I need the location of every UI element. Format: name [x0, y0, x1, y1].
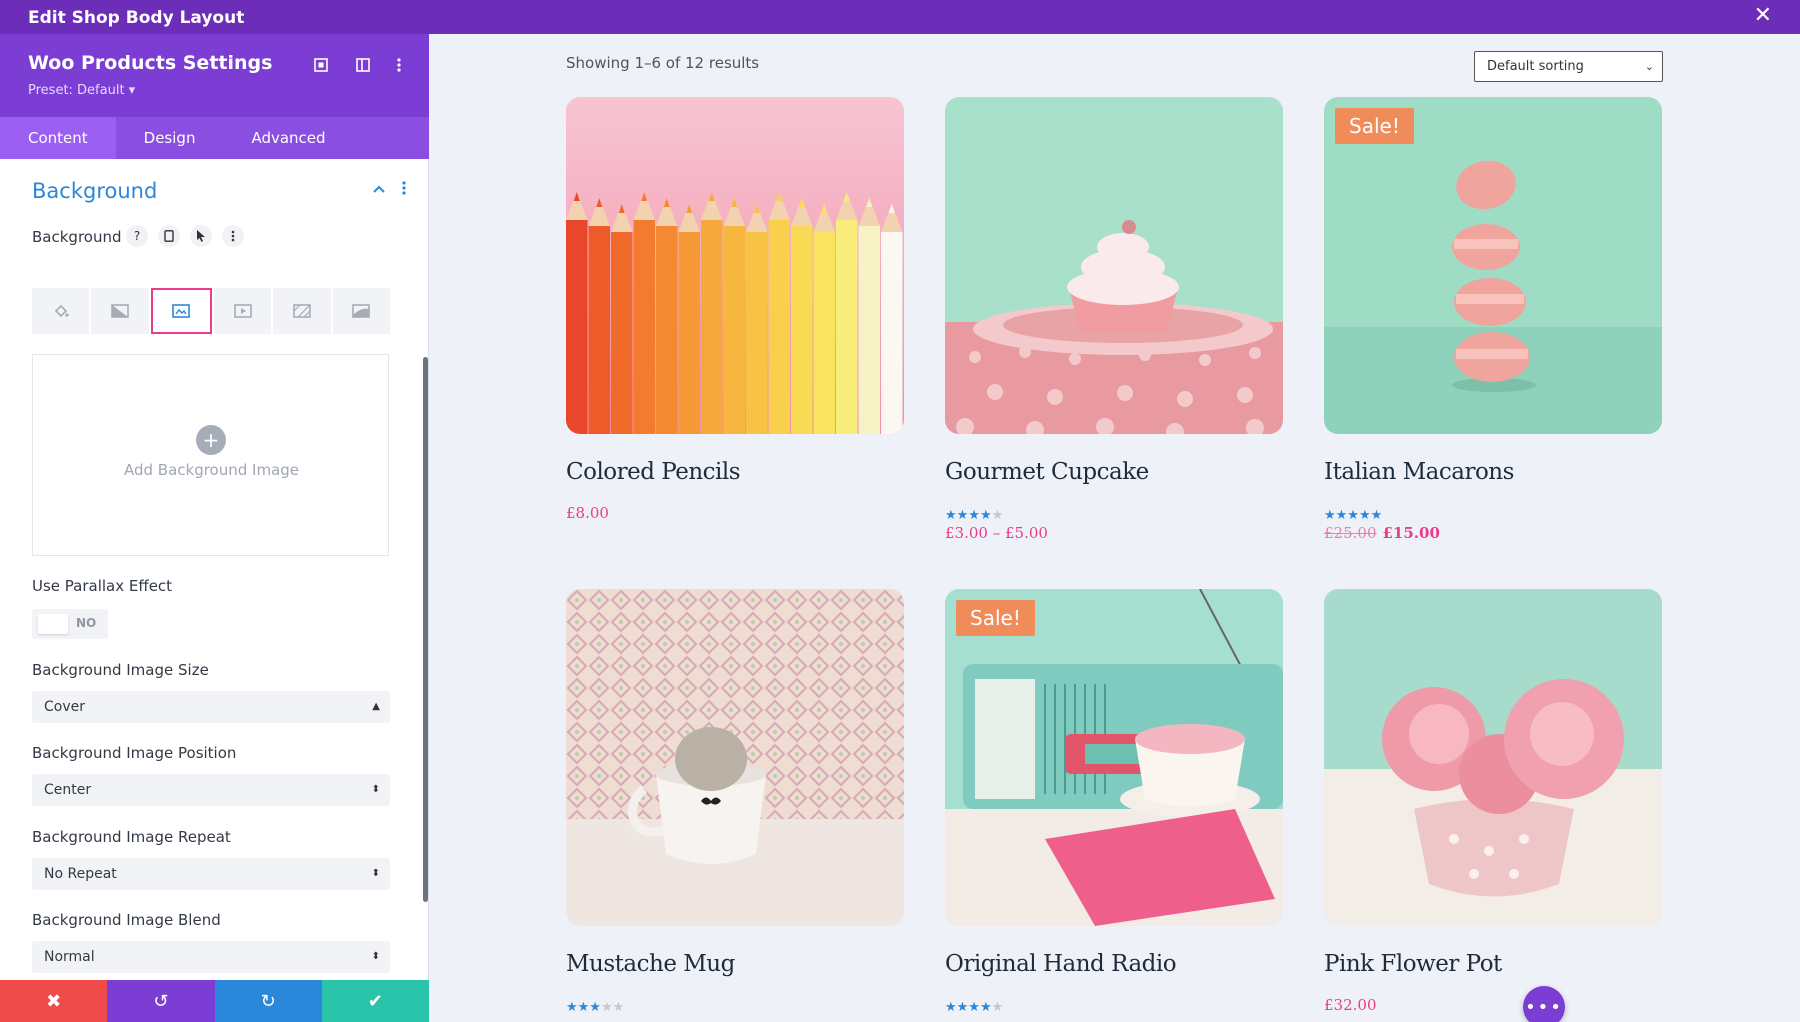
add-icon[interactable]: + [196, 425, 226, 455]
redo-button[interactable]: ↻ [214, 980, 322, 1022]
close-icon[interactable]: ✕ [1754, 5, 1772, 27]
background-type-selector [32, 288, 390, 334]
split-view-icon[interactable] [352, 54, 374, 76]
image-position-label: Background Image Position [32, 744, 237, 762]
chevron-up-icon[interactable] [372, 182, 388, 198]
product-price: £25.00 £15.00 [1324, 524, 1440, 542]
background-label: Background [32, 228, 122, 246]
image-size-label: Background Image Size [32, 661, 209, 679]
color-fill-icon[interactable] [32, 288, 90, 334]
image-blend-select[interactable]: Normal ⬍ [32, 941, 390, 973]
gradient-icon[interactable] [91, 288, 149, 334]
tab-content[interactable]: Content [0, 117, 116, 159]
sidebar-scrollbar[interactable] [423, 357, 428, 902]
product-price: £8.00 [566, 504, 609, 522]
product-name[interactable]: Pink Flower Pot [1324, 951, 1502, 977]
settings-sidebar: Woo Products Settings Preset: Default ▾ … [0, 34, 429, 1022]
image-blend-value: Normal [44, 949, 95, 965]
price-old: £25.00 [1324, 524, 1377, 542]
image-icon[interactable] [150, 288, 212, 334]
rating-stars: ★★★★★ [1324, 508, 1383, 523]
image-position-value: Center [44, 782, 92, 798]
product-card: Sale! Italian Macarons ★★★★★ £25.00 £15.0… [1324, 97, 1662, 542]
settings-tabs: Content Design Advanced [0, 117, 429, 159]
product-image[interactable] [1324, 589, 1662, 926]
video-icon[interactable] [213, 288, 272, 334]
image-blend-label: Background Image Blend [32, 911, 221, 929]
sale-badge: Sale! [956, 600, 1035, 636]
save-button[interactable]: ✔ [321, 980, 429, 1022]
window-title: Edit Shop Body Layout [28, 8, 245, 28]
product-image[interactable] [945, 97, 1283, 434]
select-arrow-icon: ▲ [372, 701, 380, 712]
tab-design[interactable]: Design [116, 117, 224, 159]
pattern-icon[interactable] [273, 288, 331, 334]
tab-advanced[interactable]: Advanced [223, 117, 353, 159]
sale-badge: Sale! [1335, 108, 1414, 144]
mask-icon[interactable] [332, 288, 390, 334]
section-title[interactable]: Background [32, 179, 157, 203]
product-image[interactable] [566, 97, 904, 434]
preset-dropdown[interactable]: Preset: Default ▾ [28, 83, 135, 98]
top-bar: Edit Shop Body Layout ✕ [0, 0, 1800, 34]
section-more-icon[interactable] [398, 180, 410, 200]
product-name[interactable]: Gourmet Cupcake [945, 459, 1149, 485]
results-count: Showing 1–6 of 12 results [566, 54, 760, 72]
rating-stars: ★★★★★ [945, 1000, 1004, 1015]
more-options-icon[interactable] [388, 54, 410, 76]
product-name[interactable]: Original Hand Radio [945, 951, 1177, 977]
product-card: Mustache Mug ★★★★★ [566, 589, 904, 1015]
shop-preview: Showing 1–6 of 12 results Default sortin… [429, 34, 1800, 1022]
module-title: Woo Products Settings [28, 52, 273, 74]
price-current: £15.00 [1382, 524, 1440, 542]
toggle-knob [38, 614, 68, 634]
price-current: £3.00 – £5.00 [945, 524, 1048, 542]
select-arrow-icon: ⬍ [371, 868, 380, 879]
product-image[interactable]: Sale! [1324, 97, 1662, 434]
undo-button[interactable]: ↺ [107, 980, 215, 1022]
image-size-value: Cover [44, 699, 85, 715]
help-icon[interactable]: ? [126, 225, 148, 247]
more-icon[interactable] [222, 225, 244, 247]
select-arrow-icon: ⬍ [371, 951, 380, 962]
price-current: £8.00 [566, 504, 609, 522]
parallax-label: Use Parallax Effect [32, 577, 173, 595]
image-position-select[interactable]: Center ⬍ [32, 774, 390, 806]
chevron-down-icon: ⌄ [1644, 60, 1654, 73]
product-card: Colored Pencils £8.00 [566, 97, 904, 522]
discard-button[interactable]: ✖ [0, 980, 108, 1022]
action-bar: ✖ ↺ ↻ ✔ [0, 980, 429, 1022]
hover-cursor-icon[interactable] [190, 225, 212, 247]
toggle-value: NO [76, 616, 97, 630]
rating-stars: ★★★★★ [566, 1000, 625, 1015]
image-repeat-label: Background Image Repeat [32, 828, 231, 846]
rating-stars: ★★★★★ [945, 508, 1004, 523]
page-settings-button[interactable]: ••• [1523, 986, 1565, 1022]
product-image[interactable] [566, 589, 904, 926]
product-card: Gourmet Cupcake ★★★★★ £3.00 – £5.00 [945, 97, 1283, 542]
product-image[interactable]: Sale! [945, 589, 1283, 926]
sidebar-header: Woo Products Settings Preset: Default ▾ [0, 34, 429, 117]
sorting-select[interactable]: Default sorting ⌄ [1474, 51, 1663, 82]
background-image-upload[interactable]: + Add Background Image [32, 354, 389, 556]
responsive-icon[interactable] [158, 225, 180, 247]
background-options: ? [126, 225, 244, 247]
upload-label: Add Background Image [123, 461, 300, 479]
product-price: £32.00 [1324, 996, 1377, 1014]
product-price: £3.00 – £5.00 [945, 524, 1048, 542]
image-repeat-value: No Repeat [44, 866, 117, 882]
product-card: Pink Flower Pot £32.00 [1324, 589, 1662, 1014]
image-size-select[interactable]: Cover ▲ [32, 691, 390, 723]
price-current: £32.00 [1324, 996, 1377, 1014]
fullscreen-icon[interactable] [310, 54, 332, 76]
product-name[interactable]: Italian Macarons [1324, 459, 1514, 485]
product-card: Sale! Original Hand Radio ★★★★★ [945, 589, 1283, 1015]
select-arrow-icon: ⬍ [371, 784, 380, 795]
sorting-value: Default sorting [1487, 59, 1584, 74]
parallax-toggle[interactable]: NO [32, 609, 108, 639]
image-repeat-select[interactable]: No Repeat ⬍ [32, 858, 390, 890]
product-name[interactable]: Colored Pencils [566, 459, 741, 485]
product-name[interactable]: Mustache Mug [566, 951, 735, 977]
